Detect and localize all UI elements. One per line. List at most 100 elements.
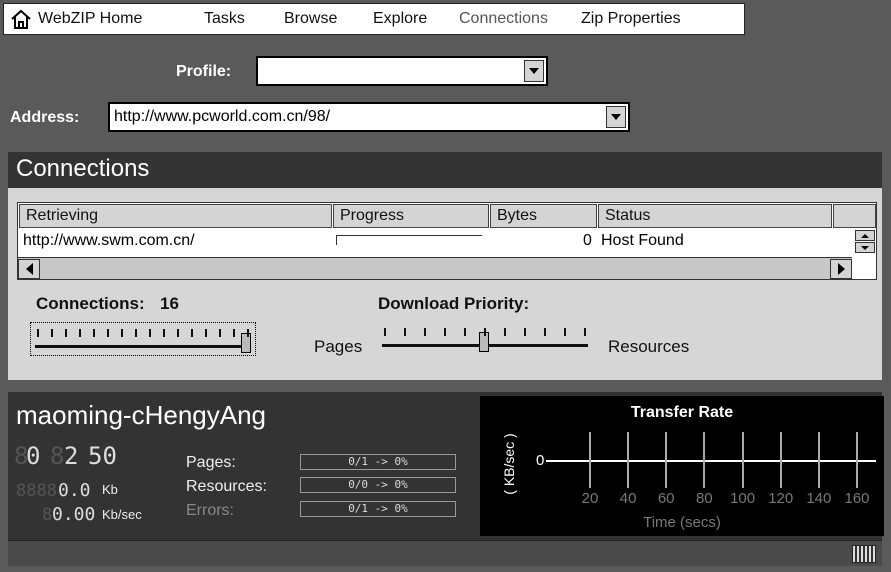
table-row[interactable]: http://www.swm.com.cn/ 0 Host Found bbox=[18, 229, 848, 255]
connections-count-value: 16 bbox=[160, 294, 179, 313]
slider-tick bbox=[404, 328, 406, 336]
grid-line bbox=[665, 432, 668, 488]
scroll-up-button[interactable] bbox=[855, 230, 875, 241]
menu-zip-properties[interactable]: Zip Properties bbox=[581, 10, 681, 28]
address-dropdown[interactable]: http://www.pcworld.com.cn/98/ bbox=[108, 102, 630, 132]
grid-line bbox=[817, 432, 820, 488]
lcd-rate-shadow: 8 bbox=[42, 505, 53, 525]
menu-connections[interactable]: Connections bbox=[459, 10, 548, 28]
slider-tick bbox=[191, 329, 193, 337]
slider-tick bbox=[464, 328, 466, 336]
home-icon[interactable] bbox=[10, 8, 32, 30]
slider-tick bbox=[79, 329, 81, 337]
chevron-down-icon bbox=[611, 114, 621, 120]
arrow-left-icon bbox=[25, 263, 33, 275]
download-priority-label: Download Priority: bbox=[378, 294, 530, 313]
slider-tick bbox=[205, 329, 207, 337]
x-tick-label: 140 bbox=[806, 490, 832, 507]
x-tick-label: 160 bbox=[844, 490, 870, 507]
menu-browse[interactable]: Browse bbox=[284, 10, 337, 28]
row-progress-bar bbox=[336, 235, 482, 245]
column-header-status[interactable]: Status bbox=[598, 204, 832, 228]
column-header-blank bbox=[833, 204, 876, 228]
menu-tasks[interactable]: Tasks bbox=[204, 10, 245, 28]
connections-table: Retrieving Progress Bytes Status http://… bbox=[17, 202, 877, 280]
profile-label: Profile: bbox=[176, 63, 232, 80]
scroll-right-button[interactable] bbox=[830, 259, 852, 279]
grid-line bbox=[627, 432, 630, 488]
slider-tick bbox=[121, 329, 123, 337]
connections-title: Connections bbox=[8, 152, 882, 188]
slider-tick bbox=[544, 328, 546, 336]
download-priority-slider[interactable] bbox=[378, 322, 592, 356]
chart-y-label: ( KB/sec ) bbox=[501, 433, 517, 495]
priority-pages-label: Pages bbox=[314, 337, 363, 356]
slider-tick bbox=[107, 329, 109, 337]
arrow-up-icon bbox=[861, 233, 869, 238]
x-tick-label: 40 bbox=[619, 490, 637, 507]
slider-tick bbox=[233, 329, 235, 337]
column-header-retrieving[interactable]: Retrieving bbox=[19, 204, 332, 228]
cell-bytes: 0 bbox=[583, 232, 592, 249]
connections-slider-focus bbox=[30, 322, 256, 356]
slider-tick bbox=[444, 328, 446, 336]
slider-tick bbox=[504, 328, 506, 336]
menu-home[interactable]: WebZIP Home bbox=[38, 10, 142, 28]
bytes-unit: Kb bbox=[102, 482, 118, 497]
slider-thumb[interactable] bbox=[241, 333, 251, 353]
site-name: maoming-cHengyAng bbox=[16, 400, 267, 430]
profile-dropdown[interactable] bbox=[256, 56, 548, 86]
grid-line bbox=[703, 432, 706, 488]
x-tick-label: 80 bbox=[695, 490, 713, 507]
series-line bbox=[552, 460, 876, 462]
elapsed-minutes: 2 bbox=[64, 442, 79, 470]
slider-tick bbox=[219, 329, 221, 337]
connections-panel: Retrieving Progress Bytes Status http://… bbox=[8, 188, 882, 380]
lcd-bytes-shadow: 8888 bbox=[16, 481, 57, 501]
arrow-right-icon bbox=[837, 263, 845, 275]
slider-tick bbox=[564, 328, 566, 336]
slider-tick bbox=[149, 329, 151, 337]
grid-line bbox=[741, 432, 744, 488]
x-tick-label: 100 bbox=[730, 490, 756, 507]
scroll-down-button[interactable] bbox=[855, 242, 875, 253]
scroll-left-button[interactable] bbox=[18, 259, 40, 279]
bytes-value: 0.0 bbox=[58, 480, 91, 501]
slider-tick bbox=[177, 329, 179, 337]
arrow-down-icon bbox=[861, 245, 869, 250]
rate-value: 0.00 bbox=[52, 504, 96, 525]
status-footer bbox=[8, 540, 882, 566]
elapsed-hours: 0 bbox=[26, 442, 41, 470]
slider-tick bbox=[65, 329, 67, 337]
cell-retrieving: http://www.swm.com.cn/ bbox=[23, 232, 195, 249]
column-header-bytes[interactable]: Bytes bbox=[490, 204, 597, 228]
horizontal-scrollbar[interactable] bbox=[18, 257, 852, 279]
slider-tick bbox=[37, 329, 39, 337]
transfer-rate-chart: Transfer Rate ( KB/sec ) 0 Time (secs) 2… bbox=[480, 396, 884, 536]
chart-x-label: Time (secs) bbox=[643, 514, 721, 531]
pages-label: Pages: bbox=[186, 454, 236, 471]
resources-label: Resources: bbox=[186, 478, 267, 495]
column-header-progress[interactable]: Progress bbox=[333, 204, 489, 228]
grid-line bbox=[779, 432, 782, 488]
resources-progress: 0/0 -> 0% bbox=[300, 477, 456, 493]
errors-progress: 0/1 -> 0% bbox=[300, 501, 456, 517]
grid-line bbox=[589, 432, 592, 488]
slider-tick bbox=[163, 329, 165, 337]
rate-unit: Kb/sec bbox=[102, 507, 142, 522]
address-label: Address: bbox=[10, 109, 80, 126]
grid-line bbox=[855, 432, 858, 488]
priority-resources-label: Resources bbox=[608, 337, 690, 356]
menu-explore[interactable]: Explore bbox=[373, 10, 427, 28]
resize-grip-icon[interactable] bbox=[852, 545, 876, 563]
connections-slider[interactable] bbox=[31, 323, 255, 357]
vertical-scrollbar[interactable] bbox=[852, 229, 876, 255]
chevron-down-icon bbox=[529, 68, 539, 74]
pages-progress: 0/1 -> 0% bbox=[300, 454, 456, 470]
address-dropdown-button[interactable] bbox=[606, 106, 626, 128]
errors-label: Errors: bbox=[186, 502, 234, 519]
address-value: http://www.pcworld.com.cn/98/ bbox=[114, 108, 331, 125]
profile-dropdown-button[interactable] bbox=[524, 60, 544, 82]
chart-title: Transfer Rate bbox=[630, 404, 734, 421]
slider-tick bbox=[51, 329, 53, 337]
